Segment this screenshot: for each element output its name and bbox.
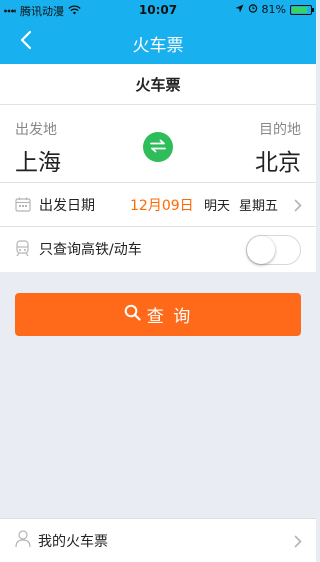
my-tickets-row[interactable]: 我的火车票 <box>0 518 316 562</box>
swap-arrows-icon <box>149 138 167 157</box>
battery-fill <box>292 6 307 13</box>
filter-label: 只查询高铁/动车 <box>39 242 142 258</box>
to-city-selector[interactable]: 北京 <box>255 143 301 177</box>
toggle-knob <box>247 236 275 264</box>
chevron-right-icon <box>294 197 302 216</box>
alarm-icon <box>248 3 258 16</box>
search-form-card: 火车票 出发地 上海 目的地 北京 出发日期 12月09日 明天 星期五 只查询… <box>0 64 316 272</box>
user-icon <box>15 530 31 552</box>
to-label: 目的地 <box>259 122 301 138</box>
high-speed-toggle[interactable] <box>246 235 301 265</box>
search-icon <box>124 304 141 326</box>
nav-bar: 火车票 <box>0 20 316 64</box>
battery-tip <box>312 7 314 12</box>
battery-icon <box>290 4 314 15</box>
date-value: 12月09日 <box>130 198 194 214</box>
chevron-right-icon <box>294 533 302 552</box>
date-weekday: 星期五 <box>239 199 279 214</box>
from-city-selector[interactable]: 上海 <box>15 143 61 177</box>
calendar-icon <box>15 197 31 216</box>
status-bar: 腾讯动漫 10:07 81% <box>0 0 316 20</box>
swap-stations-button[interactable] <box>143 132 173 162</box>
search-button[interactable]: 查 询 <box>15 293 301 336</box>
status-right: 81% <box>235 3 314 16</box>
date-label: 出发日期 <box>39 198 95 214</box>
station-row: 出发地 上海 目的地 北京 <box>0 105 316 183</box>
nav-title: 火车票 <box>132 36 184 56</box>
my-tickets-label: 我的火车票 <box>38 534 108 550</box>
date-row[interactable]: 出发日期 12月09日 明天 星期五 <box>0 183 316 227</box>
from-label: 出发地 <box>15 122 57 138</box>
search-button-label: 查 询 <box>146 307 193 327</box>
sub-header-title: 火车票 <box>0 64 316 105</box>
location-arrow-icon <box>235 3 244 16</box>
battery-percent: 81% <box>261 3 286 16</box>
date-relative: 明天 <box>204 199 231 214</box>
train-icon <box>15 240 30 261</box>
high-speed-filter-row: 只查询高铁/动车 <box>0 227 316 271</box>
